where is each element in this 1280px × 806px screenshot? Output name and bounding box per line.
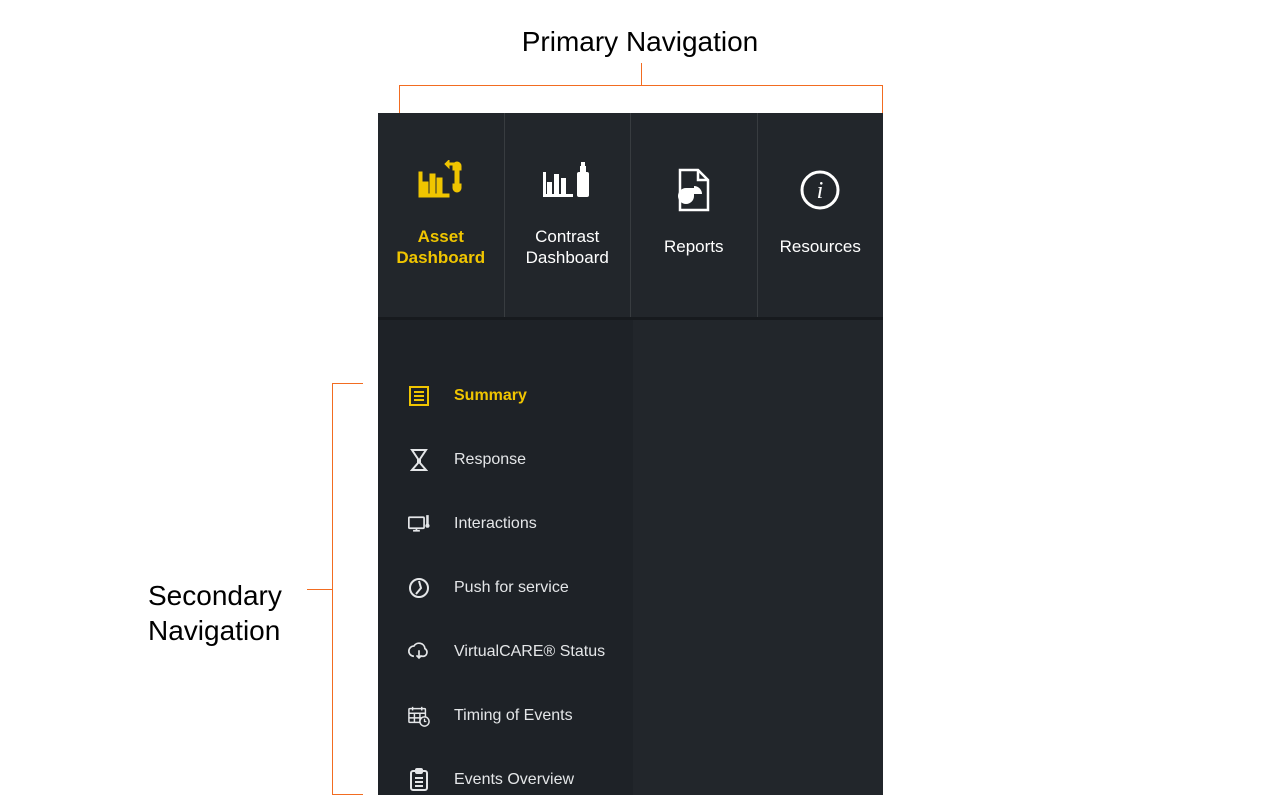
secondary-nav-events-overview[interactable]: Events Overview xyxy=(378,760,633,800)
virtualcare-icon xyxy=(408,641,430,663)
summary-icon xyxy=(408,385,430,407)
secondary-nav-label: Summary xyxy=(454,387,527,405)
primary-nav-reports[interactable]: Reports xyxy=(631,113,758,317)
content-area-placeholder xyxy=(633,320,883,795)
primary-nav-label: Asset Dashboard xyxy=(396,226,485,269)
primary-nav-resources[interactable]: i Resources xyxy=(758,113,884,317)
annotation-secondary-bracket xyxy=(332,383,363,795)
reports-icon xyxy=(676,164,712,216)
annotation-primary-label: Primary Navigation xyxy=(0,24,1280,59)
secondary-nav-label: VirtualCARE® Status xyxy=(454,643,605,661)
contrast-dashboard-icon xyxy=(541,154,593,206)
secondary-nav: Summary Response Interactions xyxy=(378,320,633,795)
primary-nav-label: Resources xyxy=(780,236,861,257)
secondary-nav-timing-of-events[interactable]: Timing of Events xyxy=(378,696,633,736)
secondary-nav-virtualcare-status[interactable]: VirtualCARE® Status xyxy=(378,632,633,672)
navigation-panel: Asset Dashboard xyxy=(378,113,883,795)
timing-icon xyxy=(408,705,430,727)
secondary-nav-label: Interactions xyxy=(454,515,537,533)
secondary-nav-label: Events Overview xyxy=(454,771,574,789)
secondary-nav-push-for-service[interactable]: Push for service xyxy=(378,568,633,608)
push-icon xyxy=(408,577,430,599)
interactions-icon xyxy=(408,513,430,535)
events-icon xyxy=(408,769,430,791)
secondary-nav-response[interactable]: Response xyxy=(378,440,633,480)
response-icon xyxy=(408,449,430,471)
primary-nav: Asset Dashboard xyxy=(378,113,883,320)
primary-nav-label: Reports xyxy=(664,236,724,257)
svg-text:i: i xyxy=(817,178,824,204)
primary-nav-contrast-dashboard[interactable]: Contrast Dashboard xyxy=(505,113,632,317)
primary-nav-asset-dashboard[interactable]: Asset Dashboard xyxy=(378,113,505,317)
annotation-secondary-label: Secondary Navigation xyxy=(148,578,282,648)
secondary-nav-interactions[interactable]: Interactions xyxy=(378,504,633,544)
resources-icon: i xyxy=(798,164,842,216)
secondary-nav-summary[interactable]: Summary xyxy=(378,376,633,416)
secondary-nav-label: Timing of Events xyxy=(454,707,573,725)
primary-nav-label: Contrast Dashboard xyxy=(526,226,609,269)
secondary-nav-label: Push for service xyxy=(454,579,569,597)
asset-dashboard-icon xyxy=(417,154,465,206)
secondary-nav-label: Response xyxy=(454,451,526,469)
annotation-primary-bracket xyxy=(399,85,883,113)
